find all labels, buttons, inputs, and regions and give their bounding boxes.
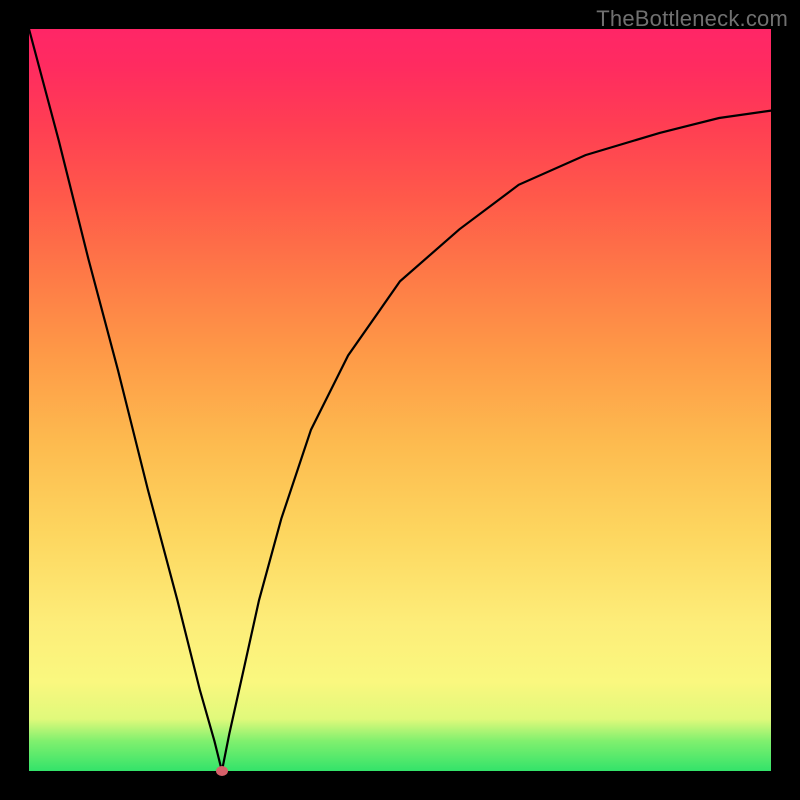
watermark-text: TheBottleneck.com <box>596 6 788 32</box>
plot-area <box>29 29 771 771</box>
minimum-marker <box>216 766 228 776</box>
chart-frame: TheBottleneck.com <box>0 0 800 800</box>
curve-path <box>29 29 771 771</box>
bottleneck-curve <box>29 29 771 771</box>
